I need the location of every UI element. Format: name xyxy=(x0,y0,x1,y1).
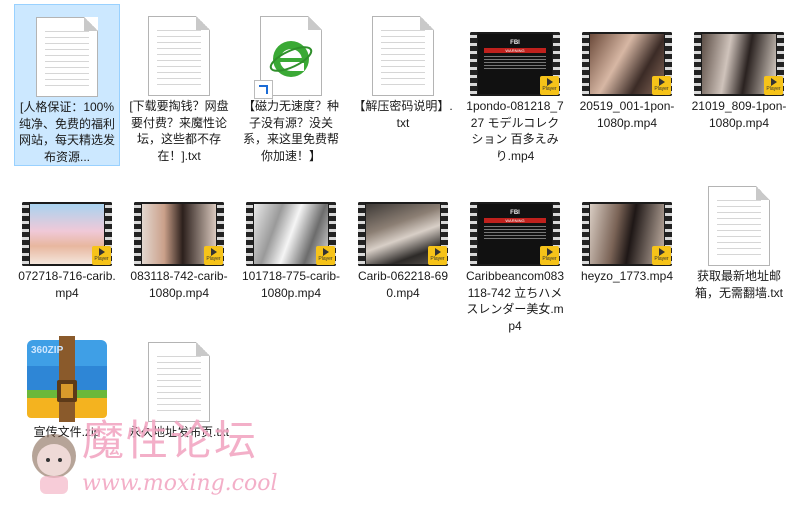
player-badge-icon: Player xyxy=(540,76,559,95)
file-item[interactable]: Player 101718-775-carib-1080p.mp4 xyxy=(238,174,344,301)
file-name: Caribbeancom083118-742 立ちハメスレンダー美女.mp4 xyxy=(465,269,565,333)
text-document-icon xyxy=(36,17,98,97)
text-document-icon xyxy=(372,16,434,96)
text-document-icon xyxy=(148,342,210,422)
file-name: 1pondo-081218_727 モデルコレクション 百多えみり.mp4 xyxy=(466,99,564,163)
file-item[interactable]: FBI WARNING Player 1pondo-081218_727 モデル… xyxy=(462,4,568,164)
file-name: 20519_001-1pon-1080p.mp4 xyxy=(579,99,675,130)
file-item[interactable]: [下载要掏钱？网盘要付费？来魔性论坛，这些都不存在！].txt xyxy=(126,4,232,164)
player-badge-icon: Player xyxy=(764,76,783,95)
video-thumbnail: FBI WARNING Player xyxy=(470,202,560,266)
player-badge-icon: Player xyxy=(428,246,447,265)
video-thumbnail: Player xyxy=(582,32,672,96)
internet-shortcut-icon xyxy=(254,16,322,99)
file-name: 【解压密码说明】.txt xyxy=(353,99,453,130)
file-name: 072718-716-carib.mp4 xyxy=(18,269,116,300)
file-item[interactable]: Player 20519_001-1pon-1080p.mp4 xyxy=(574,4,680,131)
zip-badge: 360ZIP xyxy=(31,345,64,356)
forum-watermark: 魔性论坛 www.moxing.cool xyxy=(28,418,278,502)
video-thumbnail: FBI WARNING Player xyxy=(470,32,560,96)
player-badge-icon: Player xyxy=(652,76,671,95)
file-item[interactable]: [人格保证：100%纯净、免费的福利网站，每天精选发布资源... xyxy=(14,4,120,166)
file-item[interactable]: 获取最新地址邮箱，无需翻墙.txt xyxy=(686,174,792,301)
file-item[interactable]: Player 21019_809-1pon-1080p.mp4 xyxy=(686,4,792,131)
file-item[interactable]: Player 083118-742-carib-1080p.mp4 xyxy=(126,174,232,301)
video-thumbnail: Player xyxy=(358,202,448,266)
file-item[interactable]: Player heyzo_1773.mp4 xyxy=(574,174,680,285)
player-badge-icon: Player xyxy=(316,246,335,265)
text-document-icon xyxy=(148,16,210,96)
video-thumbnail: Player xyxy=(694,32,784,96)
file-name: [下载要掏钱？网盘要付费？来魔性论坛，这些都不存在！].txt xyxy=(129,99,229,163)
ie-logo-icon xyxy=(269,41,313,77)
file-name: 083118-742-carib-1080p.mp4 xyxy=(130,269,228,300)
player-badge-icon: Player xyxy=(540,246,559,265)
video-thumbnail: Player xyxy=(134,202,224,266)
file-item[interactable]: Player Carib-062218-690.mp4 xyxy=(350,174,456,301)
file-name: 101718-775-carib-1080p.mp4 xyxy=(241,269,341,300)
fbi-title: FBI xyxy=(510,210,520,216)
video-thumbnail: Player xyxy=(22,202,112,266)
video-thumbnail: Player xyxy=(582,202,672,266)
text-document-icon xyxy=(708,186,770,266)
file-name: Carib-062218-690.mp4 xyxy=(357,269,449,300)
file-name: 21019_809-1pon-1080p.mp4 xyxy=(691,99,787,130)
player-badge-icon: Player xyxy=(652,246,671,265)
fbi-title: FBI xyxy=(510,40,520,46)
watermark-url: www.moxing.cool xyxy=(82,471,278,496)
file-name: 获取最新地址邮箱，无需翻墙.txt xyxy=(694,269,783,300)
file-item[interactable]: 【磁力无速度？种子没有源？没关系，来这里免费帮你加速！】 xyxy=(238,4,344,164)
file-item[interactable]: FBI WARNING Player Caribbeancom083118-74… xyxy=(462,174,568,334)
file-item[interactable]: 【解压密码说明】.txt xyxy=(350,4,456,131)
video-thumbnail: Player xyxy=(246,202,336,266)
player-badge-icon: Player xyxy=(204,246,223,265)
shortcut-arrow-icon xyxy=(254,80,273,99)
file-name: 【磁力无速度？种子没有源？没关系，来这里免费帮你加速！】 xyxy=(242,99,339,163)
player-badge-icon: Player xyxy=(92,246,111,265)
mascot-icon xyxy=(32,434,76,494)
file-name: heyzo_1773.mp4 xyxy=(580,269,674,283)
warning-bar: WARNING xyxy=(484,218,546,223)
file-name: [人格保证：100%纯净、免费的福利网站，每天精选发布资源... xyxy=(18,100,115,164)
watermark-title: 魔性论坛 xyxy=(82,416,259,465)
zip-archive-icon: 360ZIP xyxy=(21,336,113,422)
warning-bar: WARNING xyxy=(484,48,546,53)
file-item[interactable]: Player 072718-716-carib.mp4 xyxy=(14,174,120,301)
